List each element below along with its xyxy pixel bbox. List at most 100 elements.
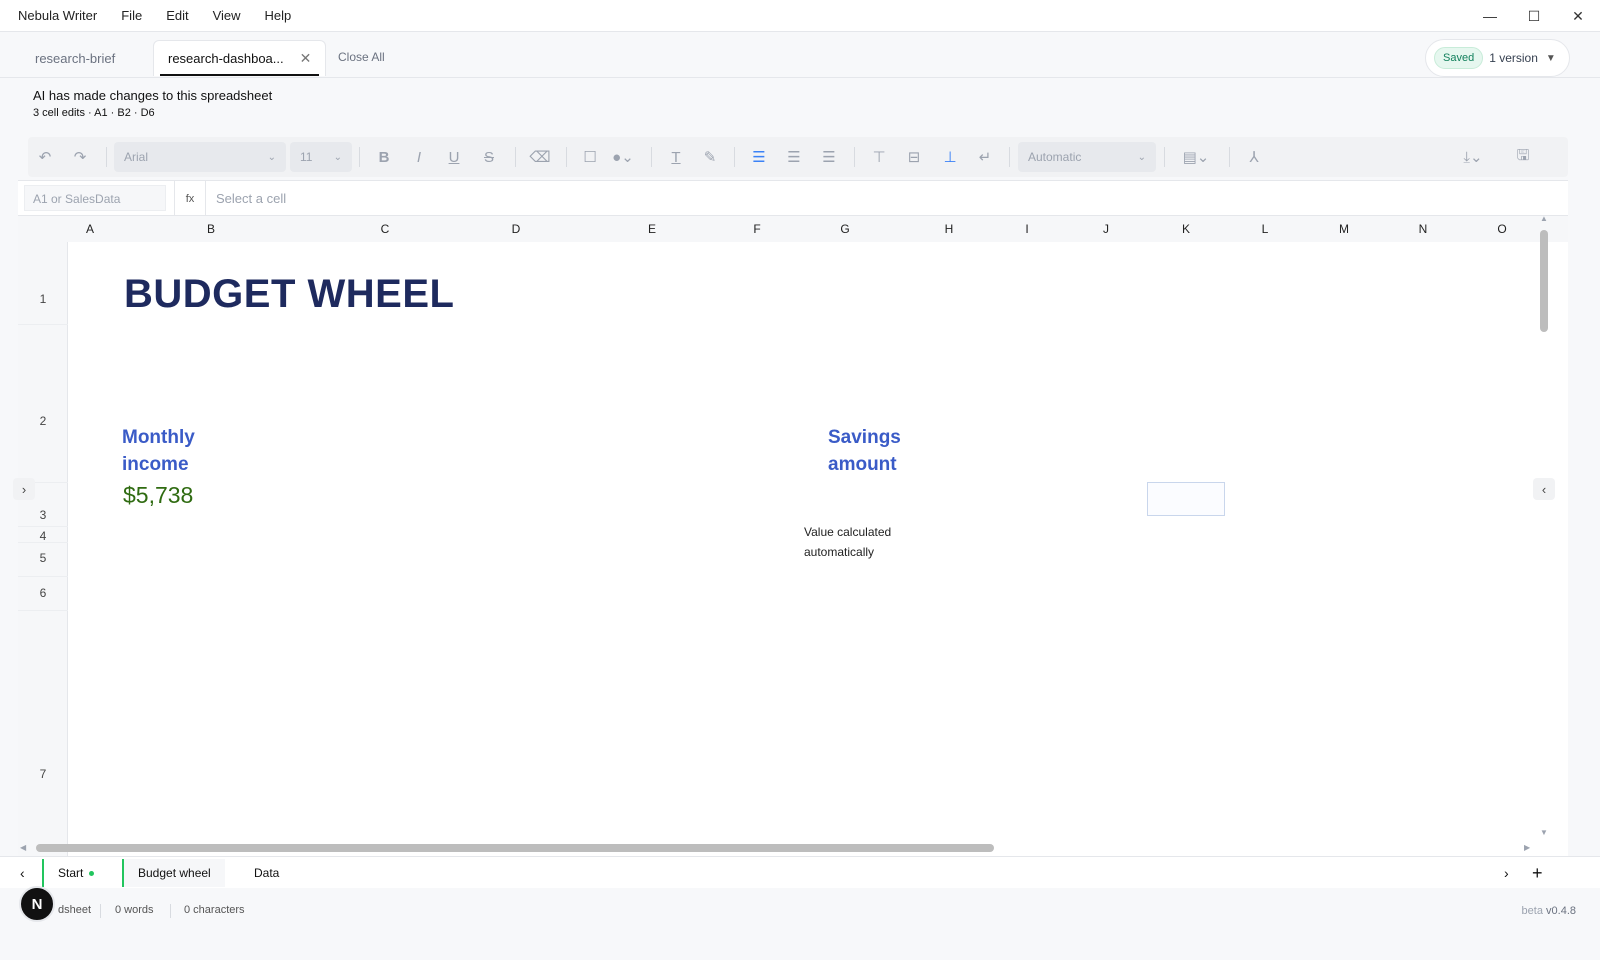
title-bar: Nebula Writer File Edit View Help — ☐ ✕ xyxy=(0,0,1600,32)
chevron-down-icon: ⌄ xyxy=(333,151,342,163)
selected-cell[interactable] xyxy=(1147,482,1225,516)
horizontal-scrollbar[interactable]: ◀ ▶ xyxy=(18,842,1540,854)
close-tab-icon[interactable]: ✕ xyxy=(300,50,312,67)
app-title: Nebula Writer xyxy=(18,8,98,23)
sheet-tab-data[interactable]: Data xyxy=(240,859,293,887)
close-window-icon[interactable]: ✕ xyxy=(1556,0,1600,32)
tab-research-dashboard[interactable]: research-dashboa... ✕ xyxy=(153,40,327,76)
scroll-up-icon[interactable]: ▲ xyxy=(1540,214,1548,223)
separator xyxy=(100,904,101,918)
column-header[interactable]: F xyxy=(753,222,760,236)
menu-view[interactable]: View xyxy=(213,8,241,23)
chevron-right-icon[interactable]: › xyxy=(1498,859,1515,887)
row-header[interactable]: 1 xyxy=(18,292,68,306)
column-header[interactable]: O xyxy=(1497,222,1506,236)
app-version: v0.4.8 xyxy=(1546,905,1576,917)
note-line: automatically xyxy=(804,545,875,559)
formula-bar: A1 or SalesData fx Select a cell xyxy=(18,180,1568,217)
row-header[interactable]: 2 xyxy=(18,414,68,428)
download-icon[interactable]: ⤓⌄ xyxy=(1453,137,1493,177)
table-icon[interactable]: ▤⌄ xyxy=(1176,137,1216,177)
fill-color-icon[interactable]: ●⌄ xyxy=(608,137,638,177)
row-header[interactable]: 4 xyxy=(18,529,68,543)
tab-research-brief[interactable]: research-brief xyxy=(21,40,129,76)
column-header[interactable]: I xyxy=(1025,222,1028,236)
auto-calc-note[interactable]: Value calculated automatically xyxy=(804,522,891,562)
status-bar: dsheet 0 words 0 characters xyxy=(0,890,1600,930)
row-header[interactable]: 6 xyxy=(18,586,68,600)
maximize-icon[interactable]: ☐ xyxy=(1512,0,1556,32)
version-info: beta v0.4.8 xyxy=(1522,905,1576,917)
undo-icon[interactable]: ↶ xyxy=(30,137,60,177)
underline-icon[interactable]: U xyxy=(439,137,469,177)
chevron-right-icon[interactable]: › xyxy=(13,478,35,500)
close-all-button[interactable]: Close All xyxy=(338,50,385,64)
spreadsheet-grid[interactable]: A B C D E F G H I J K L M N O 1 2 3 4 5 … xyxy=(18,216,1568,856)
add-sheet-icon[interactable]: + xyxy=(1526,859,1549,887)
column-header[interactable]: E xyxy=(648,222,656,236)
sheet-tab-start[interactable]: Start xyxy=(42,859,108,887)
align-right-icon[interactable]: ☰ xyxy=(814,137,844,177)
sheet-tab-label: Data xyxy=(254,866,280,880)
minimize-icon[interactable]: — xyxy=(1468,0,1512,32)
word-count: 0 words xyxy=(115,904,154,916)
column-header[interactable]: H xyxy=(945,222,954,236)
formula-input[interactable]: Select a cell xyxy=(216,191,286,206)
column-header[interactable]: M xyxy=(1339,222,1349,236)
align-bottom-icon[interactable]: ⊥ xyxy=(935,137,965,177)
border-icon[interactable]: ☐ xyxy=(575,137,605,177)
row-divider xyxy=(18,610,68,611)
redo-icon[interactable]: ↷ xyxy=(65,137,95,177)
font-family-select[interactable]: Arial ⌄ xyxy=(114,142,286,172)
italic-icon[interactable]: I xyxy=(404,137,434,177)
column-header[interactable]: A xyxy=(86,222,94,236)
sheet-tab-budget-wheel[interactable]: Budget wheel xyxy=(122,859,225,887)
column-header[interactable]: D xyxy=(512,222,521,236)
column-header[interactable]: L xyxy=(1262,222,1269,236)
column-header[interactable]: N xyxy=(1419,222,1428,236)
column-header[interactable]: J xyxy=(1103,222,1109,236)
row-header[interactable]: 7 xyxy=(18,767,68,781)
scroll-down-icon[interactable]: ▼ xyxy=(1540,828,1548,837)
sheet-title-cell[interactable]: BUDGET WHEEL xyxy=(124,272,454,317)
bold-icon[interactable]: B xyxy=(369,137,399,177)
column-header[interactable]: K xyxy=(1182,222,1190,236)
save-status[interactable]: Saved 1 version ▼ xyxy=(1425,39,1570,77)
row-header[interactable]: 5 xyxy=(18,551,68,565)
merge-icon[interactable]: ⅄ xyxy=(1239,137,1269,177)
align-center-icon[interactable]: ☰ xyxy=(779,137,809,177)
monthly-income-value[interactable]: $5,738 xyxy=(123,482,193,509)
align-top-icon[interactable]: ⊤ xyxy=(864,137,894,177)
menu-file[interactable]: File xyxy=(121,8,142,23)
app-logo-button[interactable]: N xyxy=(19,886,55,922)
name-box-input[interactable]: A1 or SalesData xyxy=(24,185,166,211)
wrap-text-icon[interactable]: ↵ xyxy=(970,137,1000,177)
horizontal-scroll-thumb[interactable] xyxy=(36,844,994,852)
number-format-select[interactable]: Automatic ⌄ xyxy=(1018,142,1156,172)
save-icon[interactable]: 🖫 xyxy=(1508,137,1538,177)
chevron-down-icon: ⌄ xyxy=(1137,151,1146,163)
chevron-down-icon: ▼ xyxy=(1545,52,1556,64)
row-header[interactable]: 3 xyxy=(18,508,68,522)
tab-label: research-dashboa... xyxy=(168,51,284,66)
strikethrough-icon[interactable]: S xyxy=(474,137,504,177)
paint-brush-icon[interactable]: ✎ xyxy=(695,137,725,177)
menu-edit[interactable]: Edit xyxy=(166,8,188,23)
font-size-select[interactable]: 11 ⌄ xyxy=(290,142,352,172)
monthly-income-label[interactable]: Monthly income xyxy=(122,424,195,478)
scroll-left-icon[interactable]: ◀ xyxy=(20,843,26,852)
vertical-scroll-thumb[interactable] xyxy=(1540,230,1548,332)
chevron-left-icon[interactable]: ‹ xyxy=(14,859,31,887)
savings-amount-label[interactable]: Savings amount xyxy=(828,424,901,478)
eraser-icon[interactable]: ⌫ xyxy=(525,137,555,177)
column-header[interactable]: B xyxy=(207,222,215,236)
column-header[interactable]: G xyxy=(840,222,849,236)
text-color-icon[interactable]: T xyxy=(661,137,691,177)
vertical-scrollbar[interactable]: ▲ ▼ xyxy=(1538,214,1550,840)
align-left-icon[interactable]: ☰ xyxy=(744,137,774,177)
separator xyxy=(1009,147,1010,167)
menu-help[interactable]: Help xyxy=(265,8,292,23)
column-header[interactable]: C xyxy=(381,222,390,236)
align-middle-icon[interactable]: ⊟ xyxy=(899,137,929,177)
scroll-right-icon[interactable]: ▶ xyxy=(1524,843,1530,852)
